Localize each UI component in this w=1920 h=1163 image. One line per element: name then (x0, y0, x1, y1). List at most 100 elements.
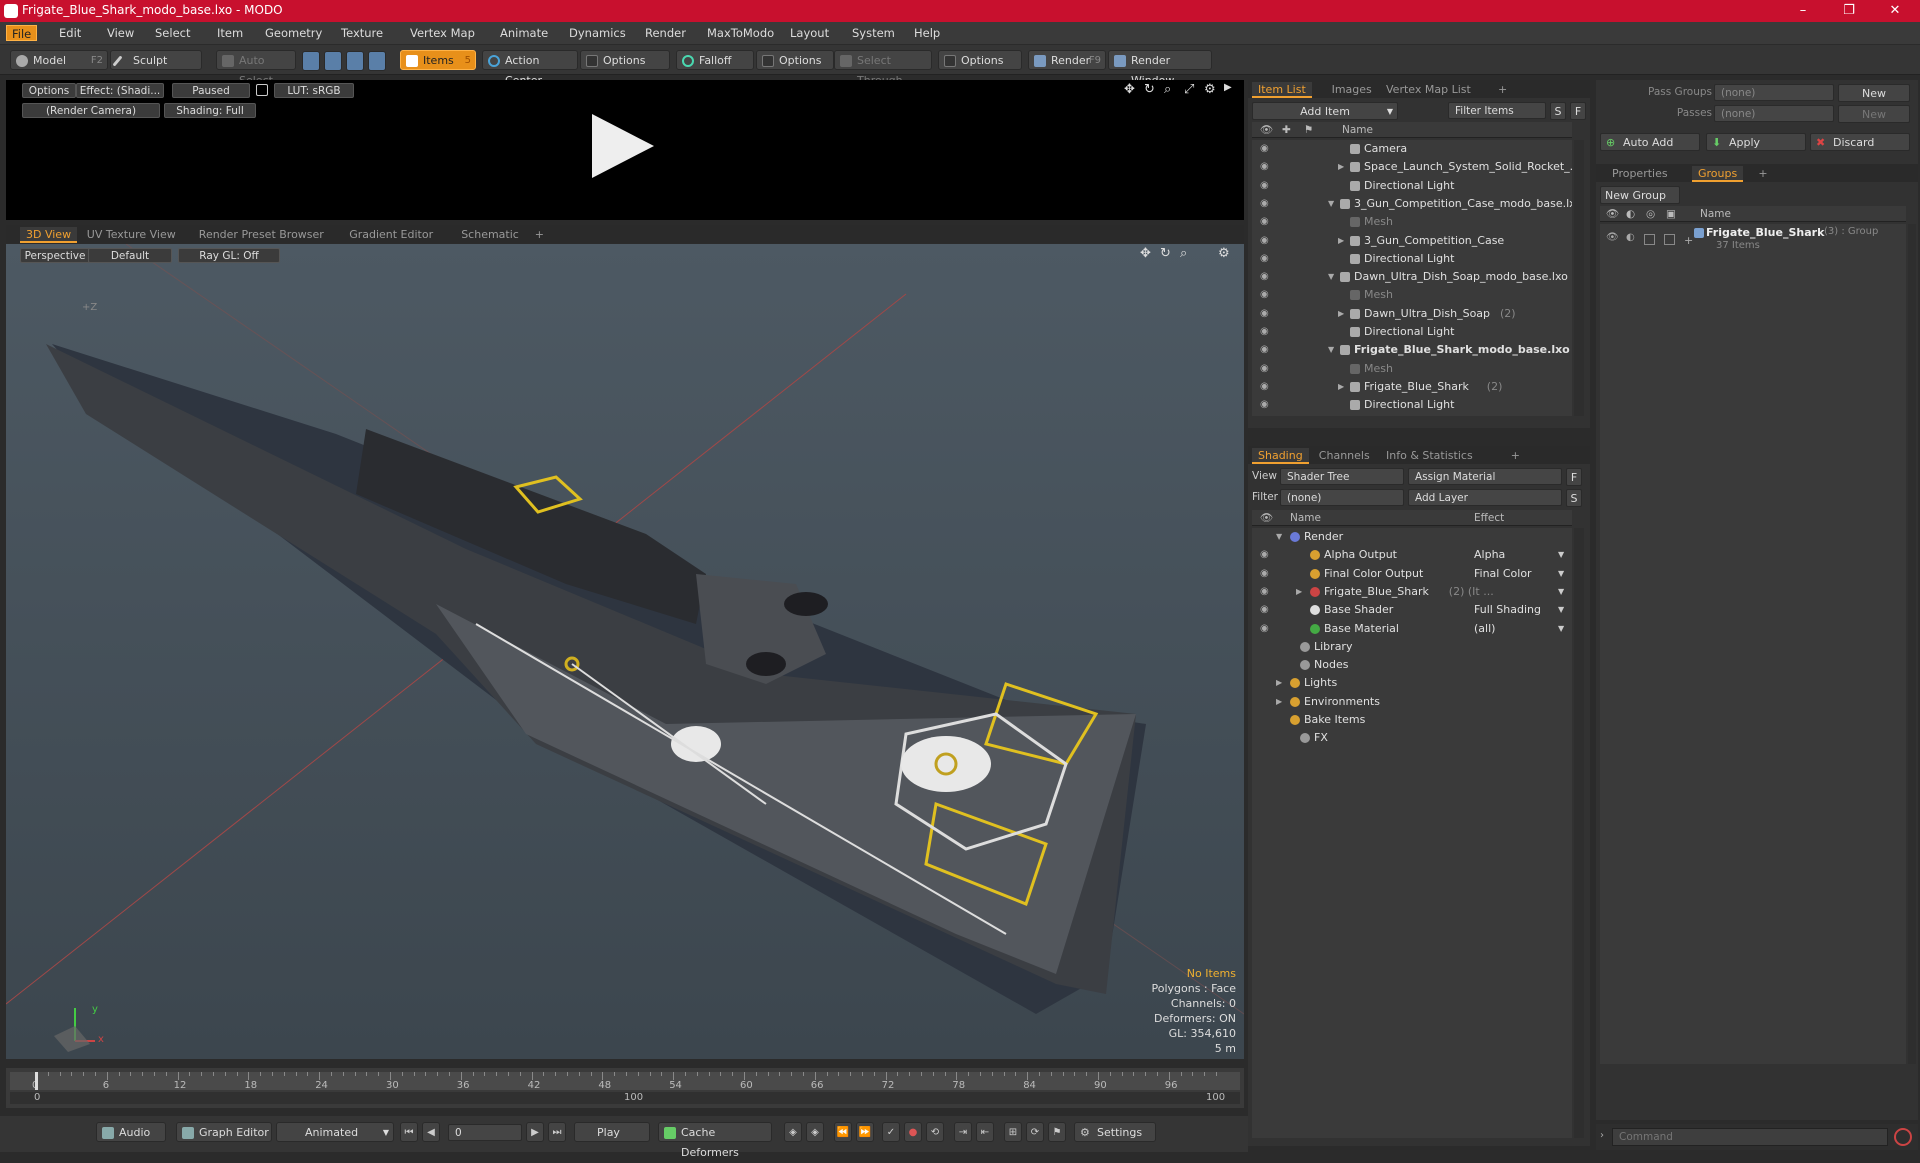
3d-viewport[interactable]: Perspective Default Ray GL: Off +Z ✥ ↻ ⌕… (6, 244, 1244, 1059)
preview-options-button[interactable]: Options (22, 83, 76, 98)
tab-channels[interactable]: Channels (1313, 448, 1376, 464)
filter-items-input[interactable]: Filter Items (1448, 102, 1546, 119)
tab-images[interactable]: Images (1326, 82, 1378, 98)
item-list-scrollbar[interactable] (1574, 140, 1584, 416)
render-preview[interactable]: Options Effect: (Shadi... Paused LUT: sR… (6, 80, 1244, 220)
eye-icon[interactable]: ◉ (1260, 250, 1272, 268)
shader-item[interactable]: Bake Items (1252, 711, 1572, 729)
eye-icon[interactable]: ◉ (1260, 360, 1272, 378)
passes-dropdown[interactable]: (none) (1714, 105, 1834, 122)
tab-uv-texture-view[interactable]: UV Texture View (81, 227, 182, 243)
eye-icon[interactable]: ◉ (1260, 396, 1272, 414)
list-item[interactable]: ◉ ▶ Dawn_Ultra_Dish_Soap (2) (1252, 305, 1572, 323)
action-center-options-button[interactable]: Options (580, 50, 670, 70)
settings-button[interactable]: ⚙ Settings (1074, 1122, 1156, 1142)
perspective-dropdown[interactable]: Perspective (20, 248, 90, 263)
effect-dropdown[interactable]: (all) (1474, 620, 1495, 638)
rotate-icon[interactable]: ↻ (1144, 82, 1155, 97)
menu-select[interactable]: Select (150, 25, 195, 41)
new-pass-group-button[interactable]: New (1838, 84, 1910, 102)
default-dropdown[interactable]: Default (88, 248, 172, 263)
chevron-right-icon[interactable]: ▶ (1296, 583, 1302, 601)
shader-item[interactable]: ▶ Environments (1252, 693, 1572, 711)
apply-button[interactable]: ⬇ Apply (1706, 133, 1806, 151)
menu-maxtomodo[interactable]: MaxToModo (702, 25, 779, 41)
shader-item[interactable]: ▶ Lights (1252, 674, 1572, 692)
eye-icon[interactable]: ◉ (1260, 378, 1272, 396)
timeline[interactable]: 0 6 12 18 24 30 36 42 48 54 60 66 72 78 84 90 96 0 100 1… (6, 1068, 1244, 1108)
move-icon[interactable]: ✥ (1124, 82, 1135, 97)
step-back-icon[interactable]: ⇤ (976, 1122, 994, 1142)
list-item[interactable]: ◉ ▼ Dawn_Ultra_Dish_Soap_modo_base.lxo (1252, 268, 1572, 286)
shader-item[interactable]: ◉ Final Color Output Final Color ▼ (1252, 565, 1572, 583)
paused-button[interactable]: Paused (172, 83, 250, 98)
list-item[interactable]: ◉ ▼ Frigate_Blue_Shark_modo_base.lxo (1252, 341, 1572, 359)
render-button[interactable]: Render F9 (1028, 50, 1106, 70)
add-item-dropdown[interactable]: Add Item ▼ (1252, 102, 1398, 120)
previous-frame-icon[interactable]: ◀ (422, 1122, 440, 1142)
auto-add-button[interactable]: ⊕ Auto Add (1600, 133, 1700, 151)
list-item[interactable]: ◉ ▼ 3_Gun_Competition_Case_modo_base.lxo (1252, 195, 1572, 213)
list-item[interactable]: ◉ Directional Light (1252, 323, 1572, 341)
tab-vertex-map-list[interactable]: Vertex Map List (1380, 82, 1477, 98)
animated-dropdown[interactable]: Animated ▼ (276, 1122, 394, 1142)
menu-item[interactable]: Item (212, 25, 248, 41)
chevron-down-icon[interactable]: ▼ (1328, 268, 1334, 286)
chevron-right-icon[interactable]: ▶ (1276, 693, 1282, 711)
sculpt-mode-button[interactable]: Sculpt (110, 50, 202, 70)
tab--[interactable]: + (1505, 448, 1526, 464)
chevron-right-icon[interactable]: ▶ (1338, 305, 1344, 323)
tab--[interactable]: + (529, 227, 550, 243)
vertex-select-icon[interactable] (302, 51, 320, 71)
action-center-button[interactable]: Action Center (482, 50, 578, 87)
menu-layout[interactable]: Layout (785, 25, 834, 41)
eye-icon[interactable]: ◉ (1260, 140, 1272, 158)
auto-key-icon[interactable]: ✓ (882, 1122, 900, 1142)
assign-material-dropdown[interactable]: Assign Material (1408, 468, 1562, 485)
eye-icon[interactable]: ◉ (1260, 232, 1272, 250)
add-layer-dropdown[interactable]: Add Layer (1408, 489, 1562, 506)
minimize-button[interactable]: – (1780, 0, 1826, 22)
menu-vertex-map[interactable]: Vertex Map (405, 25, 480, 41)
shader-item[interactable]: ▼ Render (1252, 528, 1572, 546)
eye-icon[interactable]: ◉ (1260, 268, 1272, 286)
gear-icon[interactable]: ⚙ (1204, 82, 1216, 97)
menu-system[interactable]: System (847, 25, 900, 41)
snap-icon[interactable]: ⊞ (1004, 1122, 1022, 1142)
chevron-right-icon[interactable]: ▶ (1338, 232, 1344, 250)
items-mode-button[interactable]: Items 5 (400, 50, 476, 70)
tab-info-statistics[interactable]: Info & Statistics (1380, 448, 1479, 464)
filter-s-button[interactable]: S (1550, 102, 1566, 120)
list-item[interactable]: ◉ Directional Light (1252, 177, 1572, 195)
eye-icon[interactable]: 👁 (1606, 232, 1619, 243)
audio-button[interactable]: Audio (96, 1122, 166, 1142)
maximize-button[interactable]: ❐ (1826, 0, 1872, 22)
new-group-button[interactable]: New Group (1600, 186, 1680, 204)
pass-groups-dropdown[interactable]: (none) (1714, 84, 1834, 101)
shader-tree-dropdown[interactable]: Shader Tree (1280, 468, 1404, 485)
shader-item[interactable]: ◉ Alpha Output Alpha ▼ (1252, 546, 1572, 564)
tab-schematic[interactable]: Schematic (455, 227, 525, 243)
select-through-button[interactable]: Select Through (834, 50, 932, 87)
shading-f-button[interactable]: F (1566, 468, 1582, 486)
menu-help[interactable]: Help (909, 25, 945, 41)
eye-icon[interactable]: ◉ (1260, 286, 1272, 304)
rotate-icon[interactable]: ↻ (1160, 246, 1171, 261)
list-item[interactable]: ◉ Mesh (1252, 213, 1572, 231)
chevron-right-icon[interactable]: ▶ (1276, 674, 1282, 692)
sync-icon[interactable]: ⟳ (1026, 1122, 1044, 1142)
effect-dropdown[interactable]: Final Color (1474, 565, 1532, 583)
tab-shading[interactable]: Shading (1252, 448, 1309, 464)
menu-animate[interactable]: Animate (495, 25, 553, 41)
chevron-down-icon[interactable]: ▼ (1558, 583, 1564, 601)
maximize-icon[interactable]: ⤢ (1184, 82, 1194, 97)
filter-dropdown[interactable]: (none) (1280, 489, 1404, 506)
zoom-icon[interactable]: ⌕ (1164, 82, 1171, 97)
menu-geometry[interactable]: Geometry (260, 25, 327, 41)
timeline-ruler[interactable]: 06121824303642485460667278849096 (10, 1072, 1240, 1091)
tab-groups[interactable]: Groups (1692, 166, 1744, 182)
lut-dropdown[interactable]: LUT: sRGB (274, 83, 354, 98)
shading-dropdown[interactable]: Shading: Full (164, 103, 256, 118)
chevron-down-icon[interactable]: ▼ (1558, 601, 1564, 619)
key-icon[interactable]: ◈ (784, 1122, 802, 1142)
